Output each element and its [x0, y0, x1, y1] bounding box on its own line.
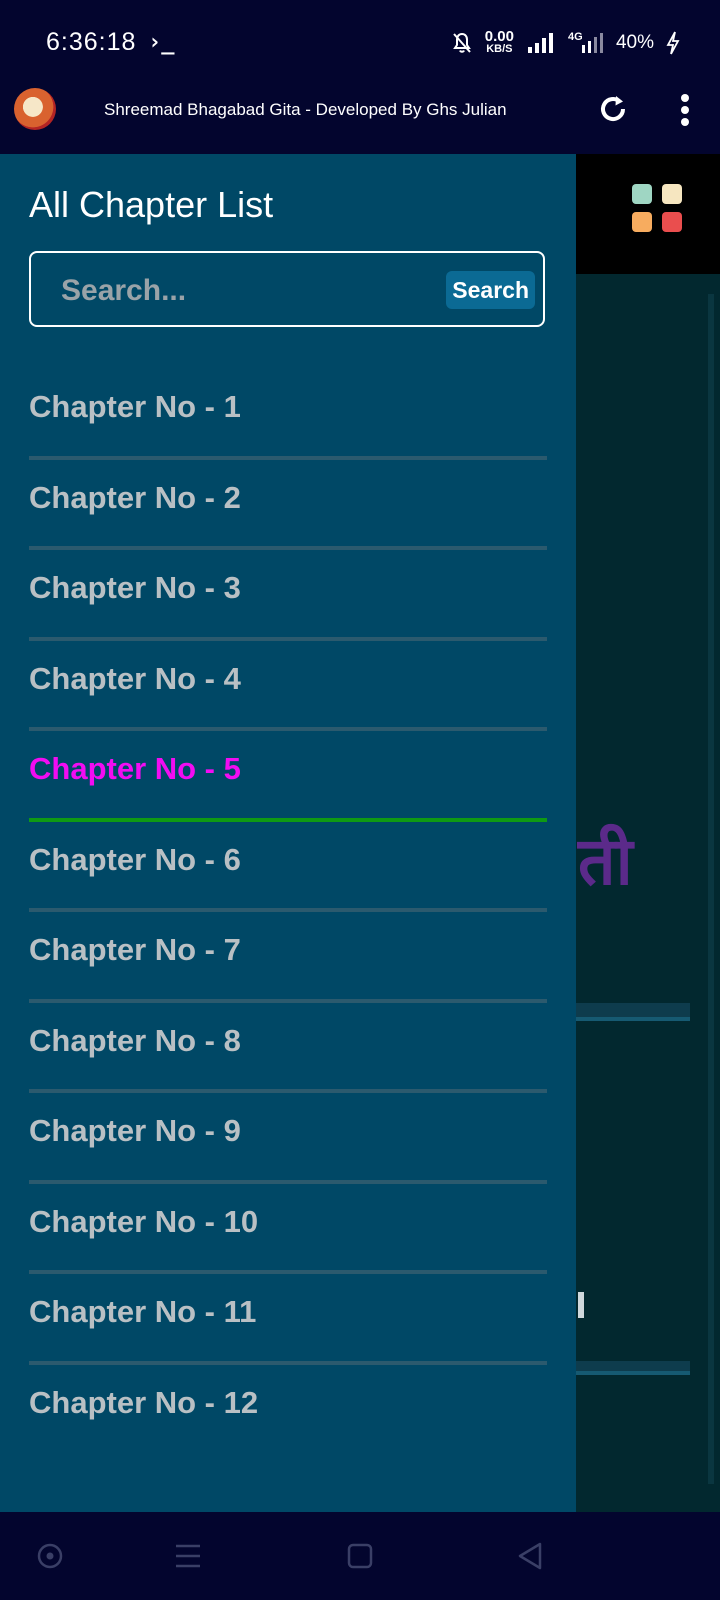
refresh-icon[interactable]	[596, 92, 630, 126]
app-logo	[14, 88, 56, 130]
palette-swatch	[632, 184, 652, 204]
text-fragment	[578, 1292, 584, 1318]
menu-icon[interactable]	[168, 1536, 208, 1576]
status-bar: 6:36:18 ›_ 0.00 KB/S 4G 40%	[0, 0, 720, 86]
signal-4g-icon: 4G	[568, 31, 604, 55]
chapter-label: Chapter No - 3	[29, 570, 241, 605]
net-speed: 0.00 KB/S	[484, 28, 514, 55]
assistant-icon[interactable]	[30, 1536, 70, 1576]
chapter-label: Chapter No - 10	[29, 1203, 259, 1239]
app-title: Shreemad Bhagabad Gita - Developed By Gh…	[104, 100, 507, 119]
chapter-label: Chapter No - 12	[29, 1384, 259, 1420]
chapter-item[interactable]: Chapter No - 7	[29, 912, 547, 1003]
net-speed-unit: KB/S	[486, 43, 513, 55]
status-time: 6:36:18	[46, 28, 137, 56]
chapter-label: Chapter No - 11	[29, 1294, 257, 1329]
scrollbar[interactable]	[708, 294, 714, 1484]
more-vert-icon[interactable]	[672, 92, 698, 128]
chapter-item[interactable]: Chapter No - 3	[29, 550, 547, 641]
status-icons: 0.00 KB/S 4G 40%	[451, 26, 680, 60]
signal-icon	[527, 33, 553, 53]
bell-off-icon	[452, 32, 471, 53]
chapter-item[interactable]: Chapter No - 1	[29, 369, 547, 460]
chapter-label: Chapter No - 6	[29, 841, 241, 877]
chapter-item[interactable]: Chapter No - 6	[29, 822, 547, 912]
chapter-label: Chapter No - 2	[29, 479, 241, 515]
battery-text: 40%	[615, 32, 654, 53]
system-nav-bar	[0, 1512, 720, 1600]
palette-icon[interactable]	[632, 184, 682, 234]
chapter-item[interactable]: Chapter No - 9	[29, 1093, 547, 1184]
chapter-item[interactable]: Chapter No - 10	[29, 1184, 547, 1274]
chapter-label: Chapter No - 1	[29, 389, 241, 424]
hindi-text: ती	[578, 823, 633, 900]
chapter-label: Chapter No - 9	[29, 1113, 241, 1148]
chapter-label: Chapter No - 5	[29, 751, 241, 786]
search-input[interactable]	[59, 267, 433, 315]
palette-swatch	[662, 184, 682, 204]
chapter-item[interactable]: Chapter No - 8	[29, 1003, 547, 1093]
chapter-list: Chapter No - 1 Chapter No - 2 Chapter No -…	[29, 369, 547, 1455]
chapter-label: Chapter No - 7	[29, 932, 241, 967]
search-box: Search	[29, 251, 545, 327]
chapter-item[interactable]: Chapter No - 4	[29, 641, 547, 731]
back-triangle-icon[interactable]	[510, 1536, 550, 1576]
palette-swatch	[632, 212, 652, 232]
chapter-item[interactable]: Chapter No - 11	[29, 1274, 547, 1365]
chapter-item[interactable]: Chapter No - 2	[29, 460, 547, 550]
chapter-label: Chapter No - 8	[29, 1022, 241, 1058]
divider	[560, 1003, 690, 1021]
palette-swatch	[662, 212, 682, 232]
search-button[interactable]: Search	[446, 271, 535, 309]
terminal-icon: ›_	[148, 30, 175, 55]
home-square-icon[interactable]	[340, 1536, 380, 1576]
chapter-item[interactable]: Chapter No - 5	[29, 731, 547, 822]
chapter-item[interactable]: Chapter No - 12	[29, 1365, 547, 1456]
charging-icon	[666, 31, 680, 55]
chapter-label: Chapter No - 4	[29, 660, 241, 696]
divider	[560, 1361, 690, 1375]
net-speed-value: 0.00	[484, 28, 514, 45]
app-bar: Shreemad Bhagabad Gita - Developed By Gh…	[0, 86, 720, 154]
chapter-drawer: All Chapter List Search Chapter No - 1Ch…	[0, 154, 576, 1512]
drawer-title: All Chapter List	[29, 184, 274, 225]
